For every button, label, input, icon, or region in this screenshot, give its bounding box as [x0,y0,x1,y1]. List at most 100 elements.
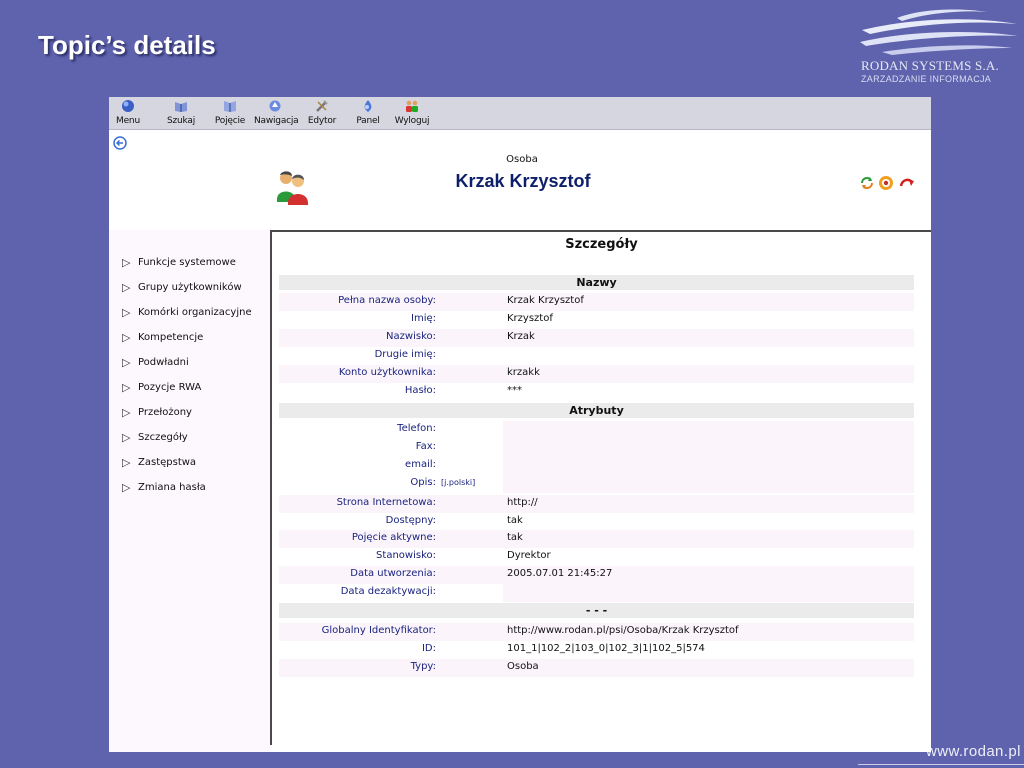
toolbar-search-button[interactable]: Szukaj [164,99,198,128]
empty-value-box [503,421,914,439]
detail-row-fax: Fax: [279,439,914,457]
person-name: Krzak Krzysztof [455,171,591,191]
sidebar-item-label: Podwładni [138,356,189,368]
sidebar-item-przelozony[interactable]: ▷ Przełożony [122,404,192,420]
sidebar-item-zmiana-hasla[interactable]: ▷ Zmiana hasła [122,479,206,495]
sidebar: ▷ Funkcje systemowe ▷ Grupy użytkowników… [109,230,270,752]
empty-value-box [503,584,914,602]
section-header-atrybuty: Atrybuty [279,403,914,418]
footer-url: www.rodan.pl [926,743,1021,760]
toolbar-editor-button[interactable]: Edytor [305,99,339,128]
toolbar-menu-button[interactable]: Menu [111,99,145,128]
expand-triangle-icon: ▷ [122,480,131,494]
expand-triangle-icon: ▷ [122,280,131,294]
forward-arrow-icon[interactable] [899,175,915,191]
expand-triangle-icon: ▷ [122,305,131,319]
detail-row-email: email: [279,457,914,475]
sidebar-item-label: Przełożony [138,406,192,418]
detail-row-last-name: Nazwisko: Krzak [279,329,914,347]
expand-triangle-icon: ▷ [122,330,131,344]
empty-value-box [503,475,914,493]
sidebar-item-pozycje-rwa[interactable]: ▷ Pozycje RWA [122,379,201,395]
field-label: email: [405,459,436,470]
field-label: Globalny Identyfikator: [321,625,436,636]
field-label: Pojęcie aktywne: [351,532,436,543]
field-value: Dyrektor [507,550,551,561]
expand-triangle-icon: ▷ [122,405,131,419]
sidebar-item-grupy-uzytkownikow[interactable]: ▷ Grupy użytkowników [122,279,242,295]
field-value: Osoba [507,661,539,672]
detail-row-id: ID: 101_1|102_2|103_0|102_3|1|102_5|574 [279,641,914,659]
expand-triangle-icon: ▷ [122,430,131,444]
toolbar-label: Szukaj [166,116,195,126]
toolbar-panel-button[interactable]: Panel [353,99,383,128]
details-heading: Szczegóły [565,237,638,252]
detail-row-description: Opis: [j.polski] [279,475,914,493]
field-label: Stanowisko: [376,550,436,561]
logo-tagline: ZARZADZANIE INFORMACJA [861,74,992,84]
logo-name: RODAN SYSTEMS S.A. [861,58,999,73]
field-value: Krzak Krzysztof [507,295,584,306]
menu-icon [122,100,134,112]
field-label: Pełna nazwa osoby: [338,295,436,306]
sidebar-item-szczegoly[interactable]: ▷ Szczegóły [122,429,188,445]
detail-row-concept-active: Pojęcie aktywne: tak [279,530,914,548]
toolbar-label: Panel [356,116,380,126]
sidebar-item-label: Kompetencje [138,331,204,343]
field-value: Krzak [507,331,535,342]
detail-row-available: Dostępny: tak [279,513,914,531]
settings-icon[interactable] [878,175,894,191]
slide-title: Topic’s details [38,30,216,60]
detail-row-position: Stanowisko: Dyrektor [279,548,914,566]
field-label: Dostępny: [385,515,436,526]
sidebar-item-zastepstwa[interactable]: ▷ Zastępstwa [122,454,196,470]
sidebar-item-label: Zastępstwa [138,456,197,468]
refresh-icon[interactable] [859,175,875,191]
expand-triangle-icon: ▷ [122,455,131,469]
toolbar-logout-button[interactable]: Wyloguj [394,99,430,128]
field-label: Data dezaktywacji: [340,586,436,597]
detail-row-types: Typy: Osoba [279,659,914,677]
field-label: Drugie imię: [374,349,436,360]
detail-row-first-name: Imię: Krzysztof [279,311,914,329]
detail-row-website: Strona Internetowa: http:// [279,495,914,513]
toolbar: Menu Szukaj Pojęcie Nawigacja Edytor Pan… [109,97,931,130]
language-link-label[interactable]: [j.polski] [441,478,475,487]
field-value: tak [507,532,523,543]
panel-border-top [270,230,931,232]
sidebar-item-komorki-organizacyjne[interactable]: ▷ Komórki organizacyjne [122,304,252,320]
expand-triangle-icon: ▷ [122,380,131,394]
tools-icon [316,100,328,112]
field-label: Konto użytkownika: [338,367,436,378]
expand-triangle-icon: ▷ [122,255,131,269]
field-label: Imię: [411,313,436,324]
sidebar-item-funkcje-systemowe[interactable]: ▷ Funkcje systemowe [122,254,236,270]
field-label: Hasło: [404,385,436,396]
toolbar-label: Wyloguj [394,116,430,126]
sidebar-item-podwladni[interactable]: ▷ Podwładni [122,354,189,370]
toolbar-navigation-button[interactable]: Nawigacja [254,99,299,128]
sidebar-item-kompetencje[interactable]: ▷ Kompetencje [122,329,203,345]
field-value: krzakk [507,367,540,378]
person-icon [277,171,308,205]
field-value: *** [507,385,522,396]
detail-row-created-date: Data utworzenia: 2005.07.01 21:45:27 [279,566,914,584]
detail-row-full-name: Pełna nazwa osoby: Krzak Krzysztof [279,293,914,311]
topic-type: Osoba [506,154,538,165]
company-logo: RODAN SYSTEMS S.A. ZARZADZANIE INFORMACJ… [852,8,1020,86]
logout-icon [406,100,418,112]
book-icon [224,101,236,112]
detail-row-phone: Telefon: [279,421,914,439]
field-value: http://www.rodan.pl/psi/Osoba/Krzak Krzy… [507,625,739,636]
back-arrow-icon[interactable] [113,136,127,150]
field-value: tak [507,515,523,526]
detail-row-password: Hasło: *** [279,383,914,401]
toolbar-label: Edytor [307,116,337,126]
toolbar-concept-button[interactable]: Pojęcie [212,99,248,128]
field-label: ID: [421,643,436,654]
field-value: Krzysztof [507,313,553,324]
language-link[interactable]: [j.polski] [437,477,475,488]
toolbar-label: Pojęcie [214,116,246,126]
field-label: Typy: [410,661,436,672]
sidebar-item-label: Zmiana hasła [138,481,206,493]
